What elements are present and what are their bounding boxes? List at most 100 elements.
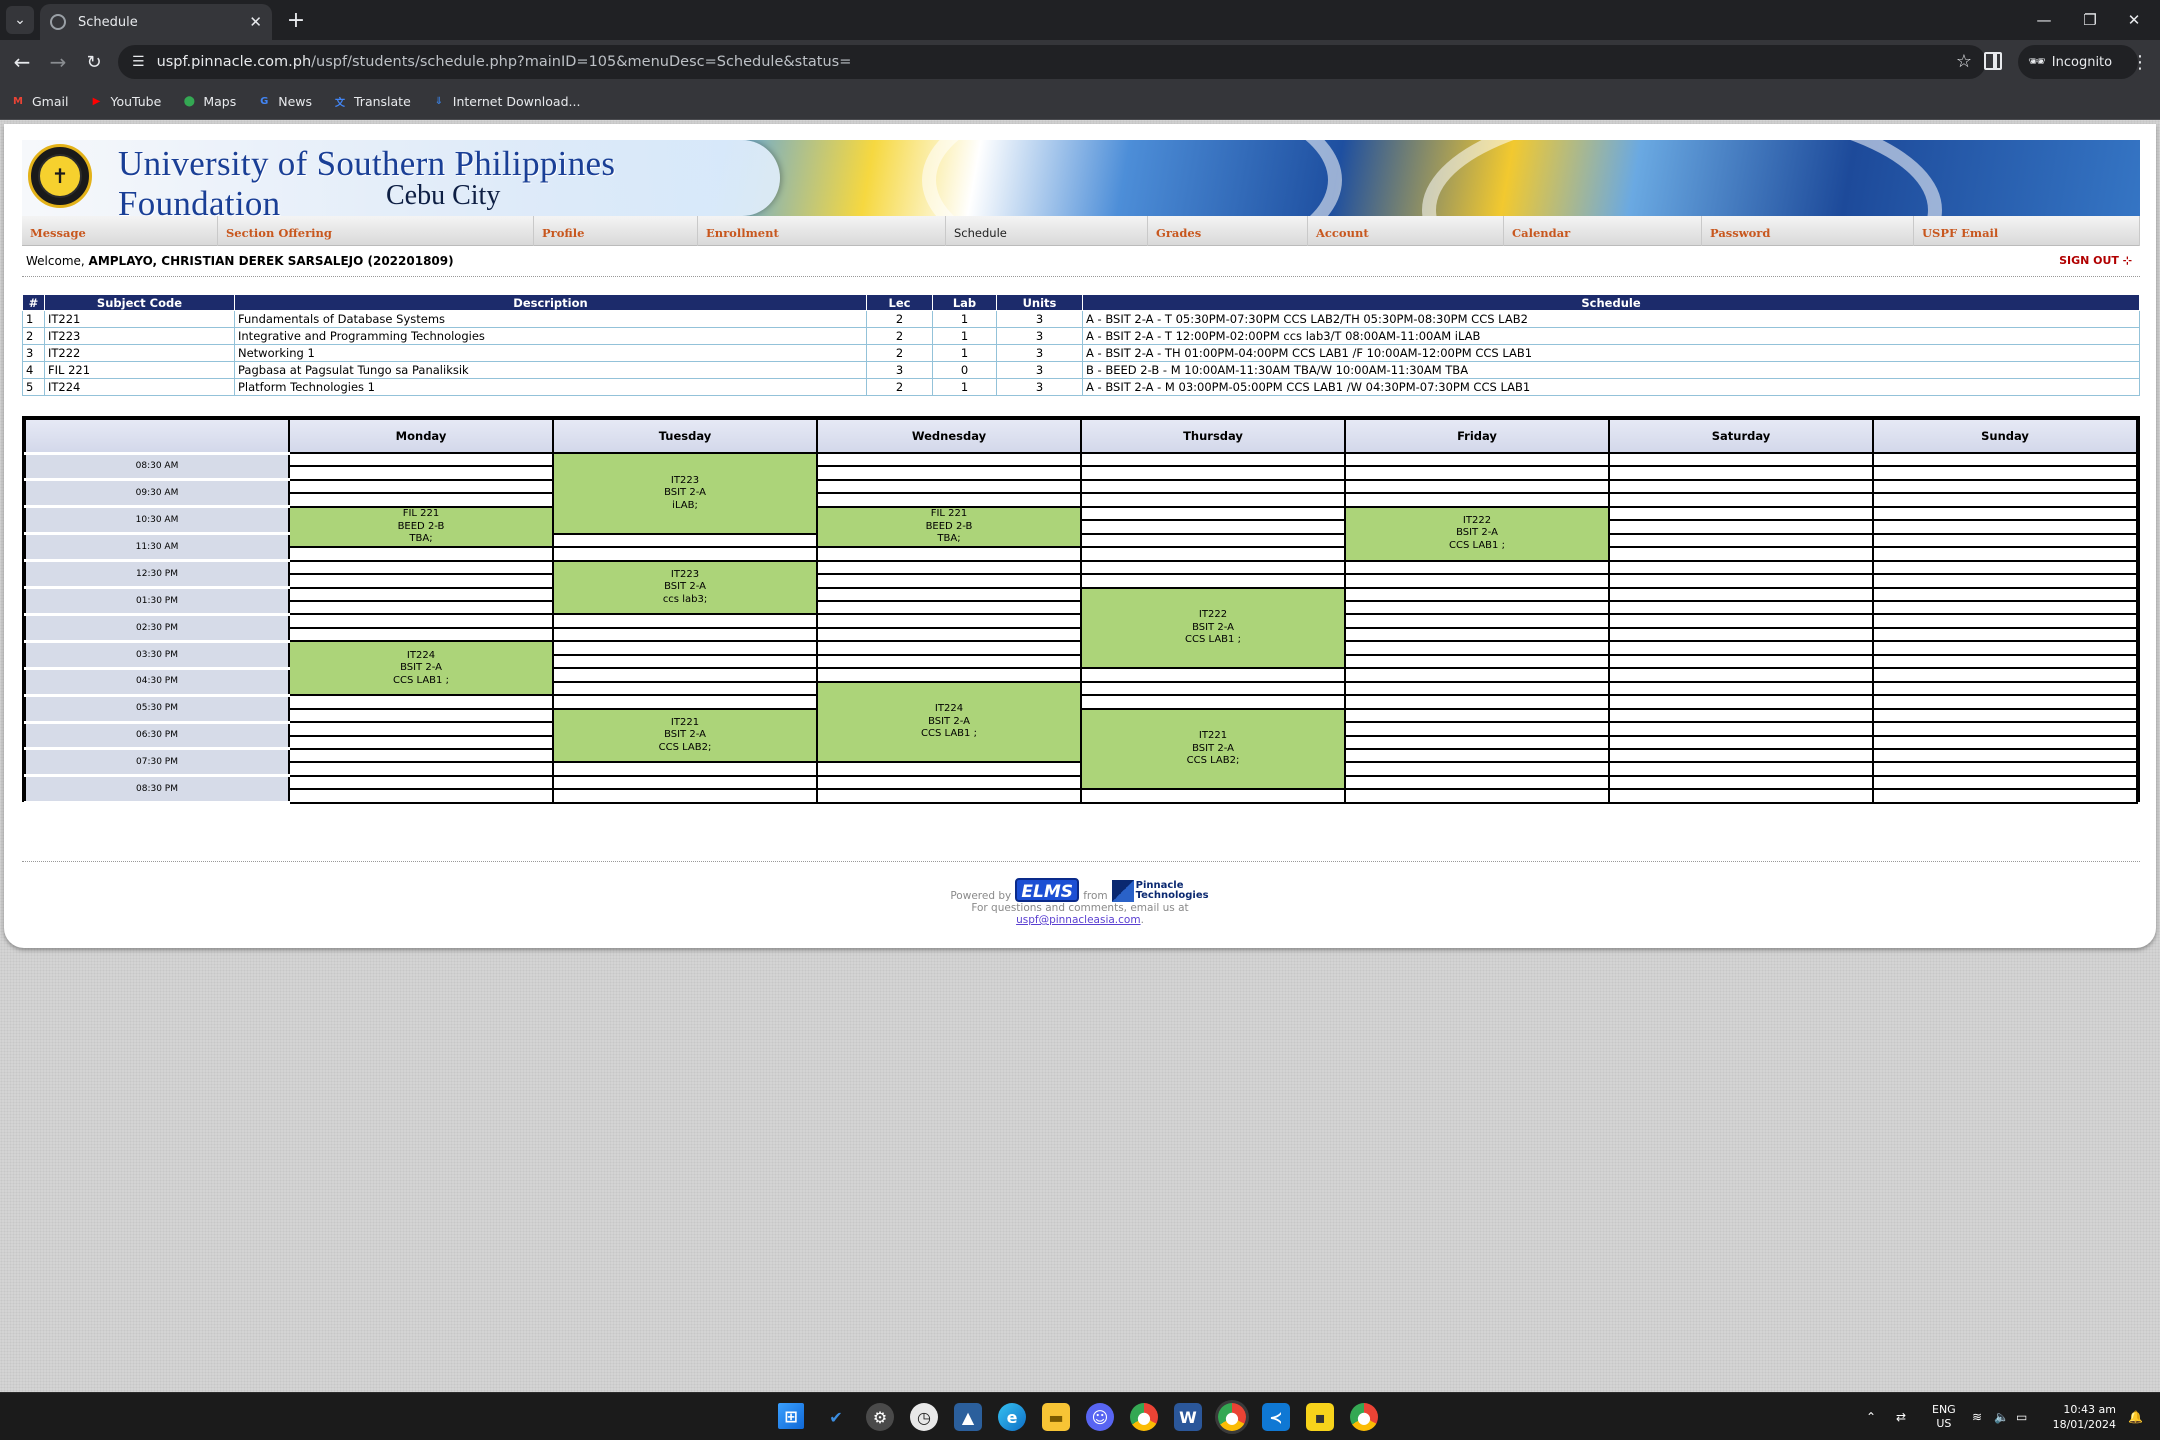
wifi-icon[interactable]: ≋: [1972, 1393, 1982, 1440]
forward-icon[interactable]: →: [44, 48, 72, 76]
todo-icon[interactable]: ✔: [822, 1403, 850, 1431]
menu-item-profile[interactable]: Profile: [534, 216, 698, 246]
menu-item-password[interactable]: Password: [1702, 216, 1914, 246]
chrome-incognito-icon[interactable]: ●: [1218, 1403, 1246, 1431]
empty-slot: [1872, 599, 2138, 616]
empty-slot: [1080, 667, 1346, 683]
browser-menu-icon[interactable]: ⋮: [2130, 48, 2150, 76]
grid-row: [25, 788, 2138, 804]
volume-icon[interactable]: 🔈: [1994, 1393, 2009, 1440]
subject-cell: 3: [996, 310, 1083, 328]
empty-slot: [1344, 465, 1610, 481]
class-room: TBA;: [937, 533, 961, 545]
photos-icon[interactable]: ▲: [954, 1403, 982, 1431]
side-panel-icon[interactable]: [1984, 52, 2002, 70]
vscode-icon[interactable]: ≺: [1262, 1403, 1290, 1431]
menu-item-section-offering[interactable]: Section Offering: [218, 216, 534, 246]
day-header: Monday: [288, 418, 554, 454]
empty-slot: [816, 761, 1082, 777]
subject-cell: A - BSIT 2-A - T 12:00PM-02:00PM ccs lab…: [1082, 327, 2140, 345]
subject-cell: 1: [932, 327, 997, 345]
support-email-link[interactable]: uspf@pinnacleasia.com: [1016, 914, 1140, 926]
settings-icon[interactable]: ⚙: [866, 1403, 894, 1431]
empty-slot: [816, 788, 1082, 804]
menu-item-grades[interactable]: Grades: [1148, 216, 1308, 246]
empty-slot: [1872, 465, 2138, 481]
clock-app-icon[interactable]: ◷: [910, 1403, 938, 1431]
language-indicator[interactable]: ENG US: [1932, 1393, 1956, 1440]
chrome-profile-icon[interactable]: ●: [1350, 1403, 1378, 1431]
menu-item-schedule[interactable]: Schedule: [946, 216, 1148, 246]
subjects-column-header: Lab: [932, 294, 997, 311]
subject-row: 3 IT222 Networking 1213A - BSIT 2-A - TH 0…: [22, 344, 2140, 362]
page-content: ✝ University of Southern Philippines Fou…: [4, 124, 2156, 948]
file-explorer-icon[interactable]: ▬: [1042, 1403, 1070, 1431]
subject-cell: 2: [866, 310, 933, 328]
bookmark-item[interactable]: ▶ YouTube: [88, 94, 162, 110]
empty-slot: [1872, 680, 2138, 697]
bookmark-star-icon[interactable]: ☆: [1956, 51, 1972, 72]
empty-slot: [288, 613, 554, 629]
empty-slot: [552, 667, 818, 683]
empty-slot: [816, 599, 1082, 616]
browser-tab[interactable]: Schedule ✕: [40, 4, 272, 40]
class-block: IT222 BSIT 2-A CCS LAB1 ;: [1080, 586, 1346, 670]
empty-slot: [288, 451, 554, 468]
menu-item-account[interactable]: Account: [1308, 216, 1504, 246]
bookmark-label: YouTube: [110, 94, 162, 109]
clock[interactable]: 10:43 am 18/01/2024: [2050, 1393, 2116, 1440]
bookmark-item[interactable]: ⇓ Internet Download...: [431, 94, 581, 110]
new-tab-icon[interactable]: +: [282, 6, 310, 34]
discord-icon[interactable]: ☺: [1086, 1403, 1114, 1431]
menu-item-message[interactable]: Message: [22, 216, 218, 246]
bookmark-item[interactable]: M Gmail: [10, 94, 68, 110]
elms-logo: ELMS: [1015, 878, 1080, 902]
word-icon[interactable]: W: [1174, 1403, 1202, 1431]
site-info-icon[interactable]: ☰: [132, 54, 145, 70]
bookmark-item[interactable]: 文 Translate: [332, 94, 411, 110]
sticky-notes-icon[interactable]: ▪: [1306, 1403, 1334, 1431]
sign-out-link[interactable]: SIGN OUT ⊹: [2059, 254, 2132, 267]
menu-item-calendar[interactable]: Calendar: [1504, 216, 1702, 246]
weekly-grid-table: Monday Tuesday Wednesday Thursday Friday Satu…: [24, 418, 2138, 805]
subject-cell: 2: [22, 327, 45, 345]
subject-cell: 2: [866, 327, 933, 345]
empty-slot: [1344, 653, 1610, 670]
back-icon[interactable]: ←: [8, 48, 36, 76]
start-icon[interactable]: ⊞: [778, 1403, 804, 1429]
reload-icon[interactable]: ↻: [80, 48, 108, 76]
edge-icon[interactable]: e: [998, 1403, 1026, 1431]
chrome-icon[interactable]: ●: [1130, 1403, 1158, 1431]
tab-strip: ⌄ Schedule ✕ + — ❐ ✕: [0, 0, 2160, 40]
close-window-icon[interactable]: ✕: [2114, 6, 2154, 34]
browser-toolbar: ← → ↻ ☰ uspf.pinnacle.com.ph/uspf/studen…: [0, 40, 2160, 84]
bookmark-item[interactable]: G News: [256, 94, 312, 110]
menu-item-uspf-email[interactable]: USPF Email: [1914, 216, 2140, 246]
menu-item-enrollment[interactable]: Enrollment: [698, 216, 946, 246]
pen-menu-icon[interactable]: ⇄: [1896, 1393, 1906, 1440]
empty-slot: [288, 721, 554, 737]
address-bar[interactable]: ☰ uspf.pinnacle.com.ph/uspf/students/sch…: [118, 45, 1986, 79]
tray-overflow-icon[interactable]: ⌃: [1866, 1393, 1876, 1440]
battery-icon[interactable]: ▭: [2016, 1393, 2027, 1440]
empty-slot: [1608, 734, 1874, 751]
empty-slot: [1080, 451, 1346, 468]
tab-search-icon[interactable]: ⌄: [6, 6, 34, 34]
subjects-column-header: Lec: [866, 294, 933, 311]
class-room: TBA;: [409, 533, 433, 545]
bookmark-item[interactable]: ⬤ Maps: [181, 94, 237, 110]
notification-bell-icon[interactable]: 🔔: [2128, 1393, 2143, 1440]
subject-cell: FIL 221: [44, 361, 235, 379]
grid-row: IT221 BSIT 2-A CCS LAB2; IT221 BSIT 2-A CCS L…: [25, 707, 2138, 791]
day-header: Friday: [1344, 418, 1610, 454]
empty-slot: [288, 573, 554, 589]
subject-cell: A - BSIT 2-A - M 03:00PM-05:00PM CCS LAB…: [1082, 378, 2140, 396]
restore-icon[interactable]: ❐: [2070, 6, 2110, 34]
close-tab-icon[interactable]: ✕: [249, 13, 262, 31]
bookmark-label: Maps: [203, 94, 237, 109]
student-name: AMPLAYO, CHRISTIAN DEREK SARSALEJO (2022…: [88, 254, 454, 268]
empty-slot: [1872, 626, 2138, 643]
subjects-body: 1 IT221 Fundamentals of Database Systems 2 1…: [22, 310, 2140, 396]
incognito-badge[interactable]: 🕶 Incognito: [2018, 45, 2138, 79]
minimize-icon[interactable]: —: [2024, 6, 2064, 34]
